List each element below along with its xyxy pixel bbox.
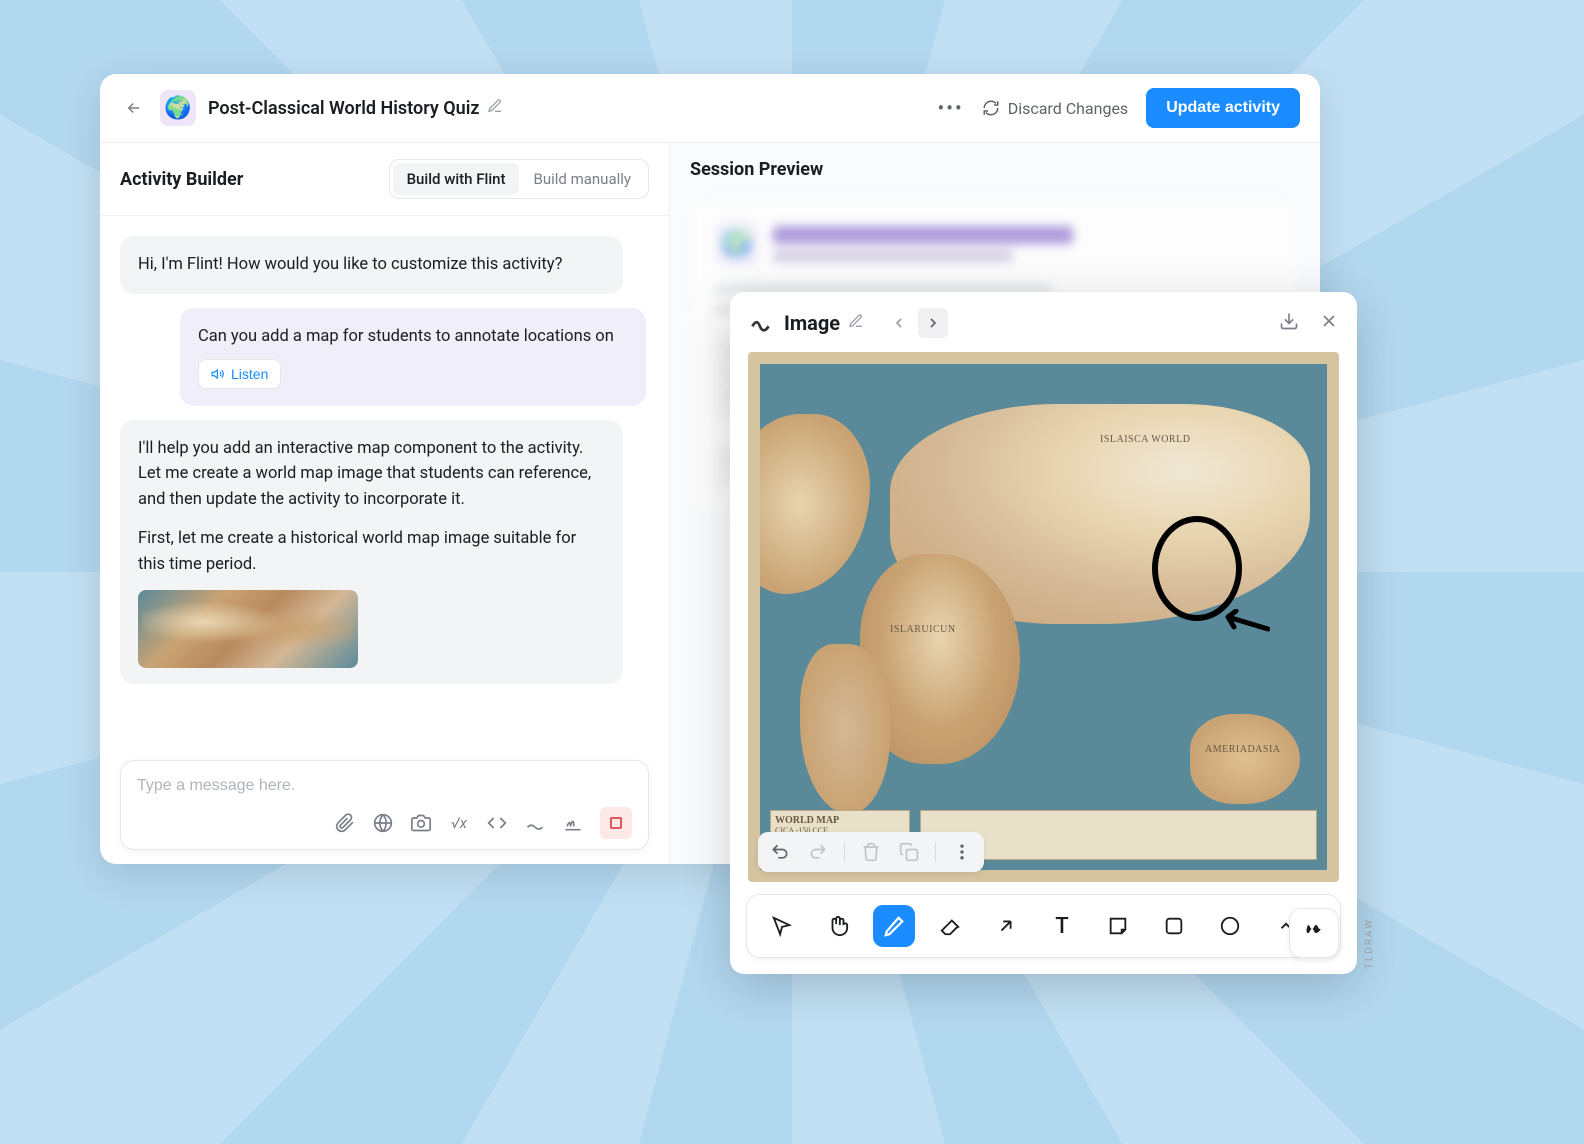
annotation-arrow[interactable]	[1220, 609, 1270, 639]
assistant-greeting-text: Hi, I'm Flint! How would you like to cus…	[138, 255, 562, 274]
composer-tools: √x	[137, 807, 632, 839]
globe-icon[interactable]	[372, 812, 394, 834]
redo-button[interactable]	[806, 840, 830, 864]
activity-builder-column: Activity Builder Build with Flint Build …	[100, 143, 670, 864]
image-panel-header: Image	[730, 292, 1357, 352]
undo-button[interactable]	[768, 840, 792, 864]
draw-tool[interactable]	[873, 905, 915, 947]
duplicate-button[interactable]	[897, 840, 921, 864]
trash-button[interactable]	[859, 840, 883, 864]
activity-icon: 🌍	[160, 90, 196, 126]
discard-changes-button[interactable]: Discard Changes	[982, 99, 1128, 118]
message-composer: √x	[120, 760, 649, 850]
drawing-toolbar: T	[746, 894, 1341, 958]
assistant-greeting: Hi, I'm Flint! How would you like to cus…	[120, 236, 623, 294]
stop-button[interactable]	[600, 807, 632, 839]
discard-changes-label: Discard Changes	[1008, 99, 1128, 118]
topbar: 🌍 Post-Classical World History Quiz ••• …	[100, 74, 1320, 143]
tldraw-watermark: TLDRAW	[1364, 918, 1375, 969]
eraser-tool[interactable]	[929, 905, 971, 947]
scribble-logo-icon	[748, 310, 774, 336]
activity-title: Post-Classical World History Quiz	[208, 98, 479, 119]
close-icon[interactable]	[1319, 311, 1339, 335]
edit-title-icon[interactable]	[487, 98, 503, 118]
map-label-3: AMERIADASIA	[1205, 744, 1281, 755]
annotation-circle[interactable]	[1152, 516, 1242, 621]
assistant-reply: I'll help you add an interactive map com…	[120, 420, 623, 684]
download-icon[interactable]	[1279, 311, 1299, 335]
builder-heading: Activity Builder	[120, 169, 243, 190]
image-header-actions	[1279, 311, 1339, 335]
canvas-area: ISLAISCA WORLD ISLARUICUN AMERIADASIA WO…	[730, 352, 1357, 894]
map-label-2: ISLARUICUN	[890, 624, 956, 635]
image-nav	[884, 308, 948, 338]
history-toolbar	[758, 832, 984, 872]
map-thumbnail[interactable]	[138, 590, 358, 668]
scribble-icon[interactable]	[524, 812, 546, 834]
listen-button[interactable]: Listen	[198, 359, 281, 389]
tab-build-manually[interactable]: Build manually	[519, 163, 645, 195]
tab-build-with-flint[interactable]: Build with Flint	[393, 163, 520, 195]
style-panel-button[interactable]	[1289, 908, 1339, 958]
text-tool[interactable]: T	[1041, 905, 1083, 947]
map-label-1: ISLAISCA WORLD	[1100, 434, 1190, 445]
update-activity-button[interactable]: Update activity	[1146, 88, 1300, 128]
more-menu[interactable]: •••	[937, 96, 963, 120]
note-tool[interactable]	[1097, 905, 1139, 947]
prev-image-button[interactable]	[884, 308, 914, 338]
signature-icon[interactable]	[562, 812, 584, 834]
builder-header: Activity Builder Build with Flint Build …	[100, 143, 669, 216]
edit-image-title-icon[interactable]	[848, 313, 864, 333]
world-map-canvas[interactable]: ISLAISCA WORLD ISLARUICUN AMERIADASIA WO…	[748, 352, 1339, 882]
image-panel-title: Image	[784, 311, 840, 335]
hand-tool[interactable]	[817, 905, 859, 947]
preview-heading: Session Preview	[690, 159, 1300, 180]
code-icon[interactable]	[486, 812, 508, 834]
attach-icon[interactable]	[334, 812, 356, 834]
speaker-icon	[211, 367, 225, 381]
more-vertical-button[interactable]	[950, 840, 974, 864]
back-button[interactable]	[120, 94, 148, 122]
build-mode-tabs: Build with Flint Build manually	[389, 159, 649, 199]
listen-label: Listen	[231, 366, 268, 382]
next-image-button[interactable]	[918, 308, 948, 338]
user-message: Can you add a map for students to annota…	[180, 308, 646, 406]
assistant-reply-p2: First, let me create a historical world …	[138, 526, 605, 577]
image-editor-panel: Image ISLAISCA WOR	[730, 292, 1357, 974]
assistant-reply-p1: I'll help you add an interactive map com…	[138, 436, 605, 513]
equation-icon[interactable]: √x	[448, 812, 470, 834]
camera-icon[interactable]	[410, 812, 432, 834]
ellipse-tool[interactable]	[1209, 905, 1251, 947]
arrow-tool[interactable]	[985, 905, 1027, 947]
composer-input[interactable]	[137, 777, 632, 795]
rectangle-tool[interactable]	[1153, 905, 1195, 947]
refresh-icon	[982, 99, 1000, 117]
select-tool[interactable]	[761, 905, 803, 947]
user-message-text: Can you add a map for students to annota…	[198, 324, 628, 350]
